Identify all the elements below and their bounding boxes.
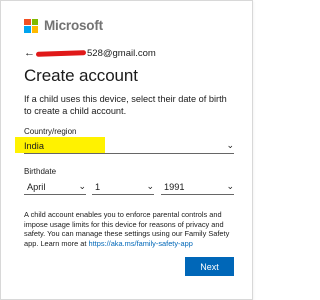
country-select[interactable]: India ⌄ [15, 137, 234, 154]
chevron-down-icon: ⌄ [226, 140, 234, 150]
chevron-down-icon: ⌄ [226, 181, 234, 191]
birth-year-select[interactable]: 1991 ⌄ [161, 180, 234, 195]
birthdate-label: Birthdate [24, 167, 57, 176]
country-value: India [24, 141, 44, 151]
microsoft-logo-icon [24, 18, 38, 33]
brand-name: Microsoft [44, 18, 103, 33]
child-account-disclaimer: A child account enables you to enforce p… [24, 210, 234, 248]
family-safety-link[interactable]: https://aka.ms/family-safety-app [89, 239, 193, 248]
birth-month-select[interactable]: April ⌄ [24, 180, 86, 195]
birth-year-value: 1991 [164, 182, 185, 192]
birth-day-select[interactable]: 1 ⌄ [92, 180, 154, 195]
redaction-mark [35, 50, 87, 57]
chevron-down-icon: ⌄ [78, 181, 86, 191]
intro-text: If a child uses this device, select thei… [24, 94, 227, 116]
birth-month-value: April [27, 182, 46, 192]
account-identity[interactable]: ← 528@gmail.com [24, 48, 234, 60]
page-title: Create account [24, 66, 138, 85]
brand-header: Microsoft [24, 18, 103, 33]
birth-day-value: 1 [95, 182, 101, 192]
back-arrow-icon[interactable]: ← [24, 48, 35, 59]
chevron-down-icon: ⌄ [146, 181, 154, 191]
birthdate-row: April ⌄ 1 ⌄ 1991 ⌄ [24, 180, 234, 195]
dialog-frame: Microsoft ← 528@gmail.com Create account… [0, 0, 253, 300]
country-label: Country/region [24, 127, 77, 136]
account-email: 528@gmail.com [87, 48, 156, 59]
next-button[interactable]: Next [185, 257, 234, 276]
